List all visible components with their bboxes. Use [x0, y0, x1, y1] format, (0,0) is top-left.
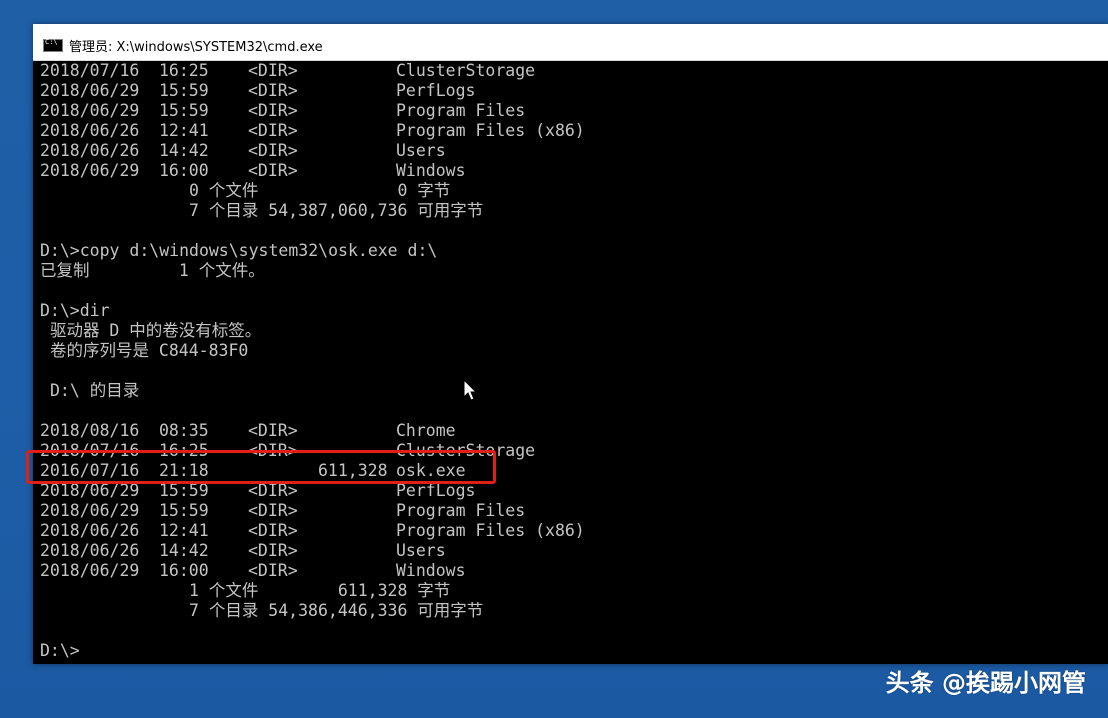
dir-heading: D:\ 的目录 — [50, 381, 140, 400]
entry-date: 2018/06/26 — [40, 541, 140, 560]
dirs-summary: 7 个目录 54,386,446,336 可用字节 — [189, 601, 484, 620]
entry-time: 08:35 — [159, 421, 209, 440]
dir-entry: 2018/06/26 12:41 <DIR> Program Files (x8… — [40, 521, 585, 541]
entry-type: <DIR> — [248, 161, 298, 180]
entry-date: 2018/06/29 — [40, 81, 140, 100]
dir-entry: 2018/06/26 12:41 <DIR> Program Files (x8… — [40, 121, 585, 141]
entry-time: 16:25 — [159, 61, 209, 80]
entry-name: PerfLogs — [396, 81, 476, 100]
cmd-icon — [43, 38, 63, 52]
entry-name: ClusterStorage — [396, 61, 536, 80]
entry-time: 15:59 — [159, 481, 209, 500]
entry-type: <DIR> — [248, 541, 298, 560]
window-titlebar[interactable]: 管理员: X:\windows\SYSTEM32\cmd.exe — [33, 24, 1108, 61]
dir-entry: 2018/06/26 14:42 <DIR> Users — [40, 541, 446, 561]
dir-entry: 2018/06/29 16:00 <DIR> Windows — [40, 561, 466, 581]
entry-name: Windows — [396, 561, 466, 580]
entry-date: 2018/08/16 — [40, 421, 140, 440]
entry-time: 14:42 — [159, 141, 209, 160]
copy-command: D:\>copy d:\windows\system32\osk.exe d:\ — [40, 241, 438, 260]
watermark: 头条 @挨踢小网管 — [885, 669, 1086, 697]
entry-type: <DIR> — [248, 141, 298, 160]
entry-name: Program Files — [396, 101, 526, 120]
entry-type: <DIR> — [248, 521, 298, 540]
entry-type: <DIR> — [248, 421, 298, 440]
dir-command: D:\>dir — [40, 301, 110, 320]
entry-date: 2018/06/29 — [40, 161, 140, 180]
entry-type: <DIR> — [248, 101, 298, 120]
entry-name: Program Files (x86) — [396, 121, 585, 140]
entry-name: Users — [396, 141, 446, 160]
entry-date: 2018/06/29 — [40, 481, 140, 500]
dir-entry: 2018/06/29 15:59 <DIR> PerfLogs — [40, 81, 475, 101]
entry-type: <DIR> — [248, 501, 298, 520]
entry-time: 15:59 — [159, 501, 209, 520]
files-summary: 1 个文件 611,328 字节 — [189, 581, 451, 600]
entry-type: <DIR> — [248, 121, 298, 140]
entry-time: 12:41 — [159, 521, 209, 540]
window-title: 管理员: X:\windows\SYSTEM32\cmd.exe — [69, 40, 323, 55]
mouse-cursor-icon — [463, 379, 478, 401]
dir-entry: 2018/06/29 15:59 <DIR> Program Files — [40, 501, 525, 521]
entry-type: <DIR> — [248, 561, 298, 580]
entry-type: <DIR> — [248, 81, 298, 100]
volume-serial: 卷的序列号是 C844-83F0 — [50, 341, 249, 360]
dirs-summary: 7 个目录 54,387,060,736 可用字节 — [189, 201, 484, 220]
entry-time: 14:42 — [159, 541, 209, 560]
entry-date: 2018/06/29 — [40, 101, 140, 120]
entry-name: Windows — [396, 161, 466, 180]
dir-entry: 2018/06/29 16:00 <DIR> Windows — [40, 161, 466, 181]
dir-entry: 2018/08/16 08:35 <DIR> Chrome — [40, 421, 456, 441]
entry-date: 2018/06/29 — [40, 501, 140, 520]
entry-name: Program Files — [396, 501, 526, 520]
entry-type: <DIR> — [248, 61, 298, 80]
entry-name: Program Files (x86) — [396, 521, 585, 540]
dir-entry: 2018/06/29 15:59 <DIR> Program Files — [40, 101, 525, 121]
entry-time: 16:00 — [159, 561, 209, 580]
dir-entry: 2018/07/16 16:25 <DIR> ClusterStorage — [40, 61, 535, 81]
entry-time: 16:00 — [159, 161, 209, 180]
entry-time: 12:41 — [159, 121, 209, 140]
command-prompt[interactable]: D:\> — [40, 641, 80, 661]
copy-result: 已复制 1 个文件。 — [40, 261, 265, 280]
entry-date: 2018/07/16 — [40, 61, 140, 80]
console-output[interactable]: 2018/07/16 16:25 <DIR> ClusterStorage 20… — [33, 61, 1108, 664]
entry-name: Chrome — [396, 421, 456, 440]
entry-name: PerfLogs — [396, 481, 476, 500]
entry-type: <DIR> — [248, 481, 298, 500]
entry-date: 2018/06/26 — [40, 521, 140, 540]
dir-entry: 2018/06/29 15:59 <DIR> PerfLogs — [40, 481, 475, 501]
dir-entry: 2018/06/26 14:42 <DIR> Users — [40, 141, 446, 161]
highlight-box — [26, 450, 496, 484]
volume-label: 驱动器 D 中的卷没有标签。 — [50, 321, 262, 340]
entry-date: 2018/06/26 — [40, 121, 140, 140]
cmd-window: 管理员: X:\windows\SYSTEM32\cmd.exe 2018/07… — [33, 24, 1108, 664]
files-summary: 0 个文件 0 字节 — [189, 181, 451, 200]
entry-time: 15:59 — [159, 101, 209, 120]
entry-date: 2018/06/26 — [40, 141, 140, 160]
entry-date: 2018/06/29 — [40, 561, 140, 580]
entry-name: Users — [396, 541, 446, 560]
entry-time: 15:59 — [159, 81, 209, 100]
